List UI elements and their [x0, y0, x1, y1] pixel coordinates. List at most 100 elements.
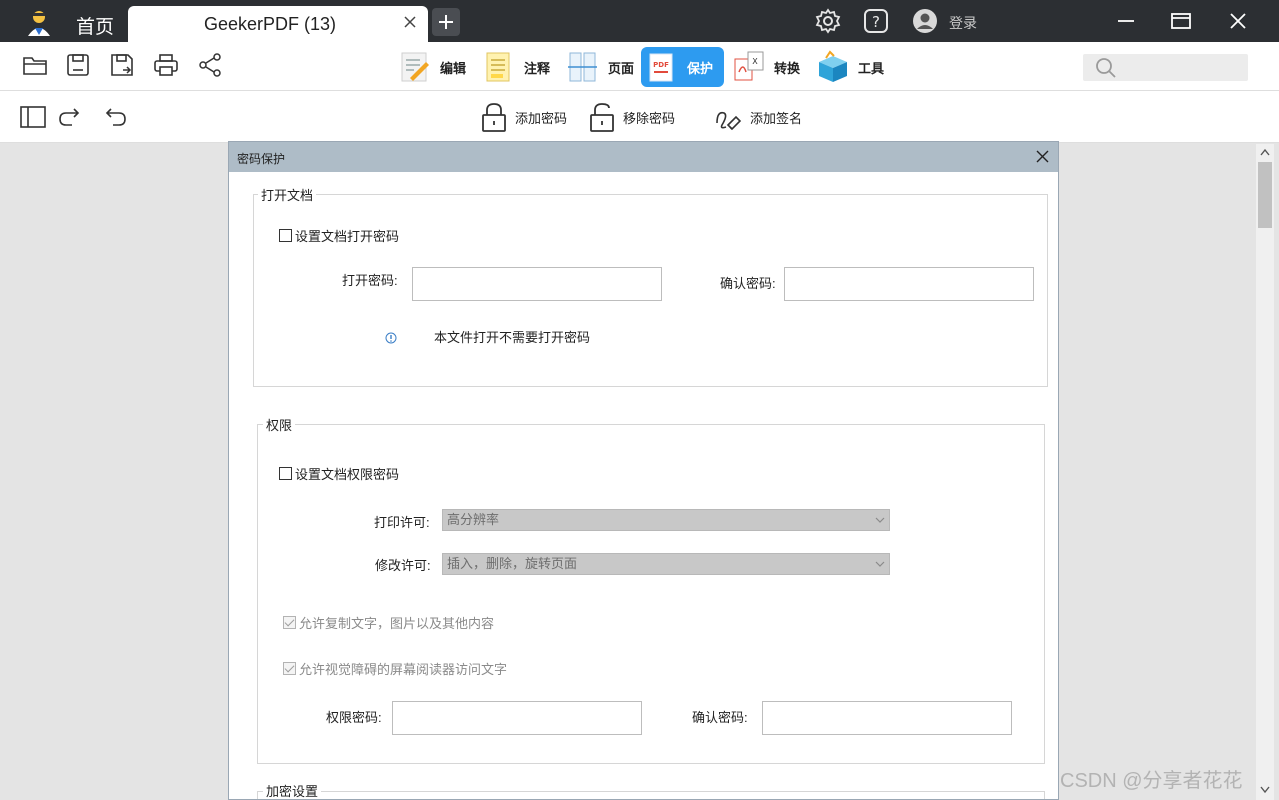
remove-password-button[interactable]: 移除密码 — [587, 101, 675, 133]
checkbox-box[interactable] — [279, 229, 292, 242]
plus-icon — [439, 15, 453, 29]
annotate-icon — [486, 52, 510, 82]
scroll-down-arrow-icon[interactable] — [1260, 786, 1270, 794]
allow-screen-reader-checkbox[interactable]: 允许视觉障碍的屏幕阅读器访问文字 — [283, 659, 507, 678]
set-permission-password-label: 设置文档权限密码 — [295, 467, 400, 482]
lock-icon — [482, 103, 506, 132]
gear-icon[interactable] — [815, 8, 841, 34]
undo-icon[interactable] — [101, 103, 129, 131]
dialog-titlebar: 密码保护 — [229, 142, 1058, 172]
save-icon[interactable] — [65, 52, 91, 78]
svg-text:?: ? — [872, 13, 880, 31]
ribbon-annotate[interactable]: 注释 — [478, 47, 554, 87]
scroll-up-arrow-icon[interactable] — [1260, 148, 1270, 156]
open-password-info-text: 本文件打开不需要打开密码 — [434, 330, 591, 345]
encryption-settings-group — [257, 791, 1045, 799]
modify-permission-select[interactable]: 插入，删除，旋转页面 — [442, 553, 890, 575]
confirm-open-password-field[interactable] — [784, 267, 1034, 301]
permissions-group-title: 权限 — [263, 415, 296, 434]
checkbox-box[interactable] — [283, 662, 296, 675]
search-icon — [1096, 58, 1116, 78]
allow-screen-reader-label: 允许视觉障碍的屏幕阅读器访问文字 — [299, 662, 508, 677]
sidebar-icon[interactable] — [19, 103, 47, 131]
tools-icon — [819, 50, 847, 82]
set-open-password-label: 设置文档打开密码 — [295, 229, 400, 244]
allow-copy-checkbox[interactable]: 允许复制文字，图片以及其他内容 — [283, 613, 494, 632]
password-protection-dialog: 密码保护 打开文档 设置文档打开密码 打开密码: 确认密码: 本文件打开不需要打… — [228, 141, 1059, 800]
convert-icon: X — [734, 51, 764, 81]
help-icon[interactable]: ? — [863, 8, 889, 34]
allow-copy-label: 允许复制文字，图片以及其他内容 — [299, 616, 495, 631]
close-icon[interactable] — [1226, 9, 1250, 33]
modify-permission-value: 插入，删除，旋转页面 — [447, 556, 578, 571]
add-password-button[interactable]: 添加密码 — [479, 101, 567, 133]
save-as-icon[interactable] — [109, 52, 135, 78]
modify-permission-label: 修改许可: — [375, 558, 431, 573]
permission-password-field[interactable] — [392, 701, 642, 735]
maximize-icon[interactable] — [1169, 9, 1193, 33]
page-icon — [568, 52, 597, 82]
close-icon[interactable] — [1035, 149, 1050, 164]
encryption-settings-group-title: 加密设置 — [263, 781, 322, 799]
redo-icon[interactable] — [56, 103, 84, 131]
ribbon-edit-label: 编辑 — [440, 60, 467, 76]
ribbon-edit[interactable]: 编辑 — [394, 47, 470, 87]
share-icon[interactable] — [197, 52, 223, 78]
login-link[interactable]: 登录 — [949, 13, 977, 33]
search-input[interactable] — [1083, 54, 1248, 81]
open-password-field[interactable] — [412, 267, 662, 301]
protect-icon: PDF — [649, 53, 673, 82]
add-signature-button[interactable]: 添加签名 — [714, 101, 802, 133]
checkbox-box[interactable] — [279, 467, 292, 480]
ribbon-protect[interactable]: PDF 保护 — [641, 47, 724, 87]
scrollbar-thumb[interactable] — [1258, 162, 1272, 228]
ribbon-protect-label: 保护 — [687, 60, 714, 76]
protect-toolbar: 添加密码 移除密码 添加签名 — [0, 91, 1279, 143]
close-icon[interactable] — [402, 14, 418, 30]
new-tab-button[interactable] — [432, 8, 460, 36]
print-permission-label: 打印许可: — [374, 515, 430, 530]
confirm-permission-password-label: 确认密码: — [692, 710, 748, 725]
minimize-icon[interactable] — [1114, 9, 1138, 33]
ribbon-tools[interactable]: 工具 — [812, 47, 892, 87]
dialog-title: 密码保护 — [237, 152, 286, 166]
watermark-text: CSDN @分享者花花 — [1060, 770, 1243, 792]
home-tab[interactable]: 首页 — [76, 12, 114, 39]
ribbon-page-label: 页面 — [608, 60, 635, 76]
ribbon-tools-label: 工具 — [858, 60, 885, 76]
open-password-label: 打开密码: — [342, 273, 398, 288]
user-avatar-icon[interactable] — [912, 8, 938, 34]
add-password-label: 添加密码 — [515, 110, 568, 126]
chevron-down-icon — [875, 517, 885, 523]
confirm-open-password-label: 确认密码: — [720, 276, 776, 291]
signature-icon — [716, 111, 742, 131]
ribbon-convert[interactable]: X 转换 — [728, 47, 806, 87]
edit-icon — [401, 52, 429, 82]
print-icon[interactable] — [153, 52, 179, 78]
set-permission-password-checkbox[interactable]: 设置文档权限密码 — [279, 464, 399, 483]
open-folder-icon[interactable] — [22, 52, 48, 78]
open-document-group-title: 打开文档 — [258, 185, 317, 204]
doc-tab[interactable]: GeekerPDF (13) — [128, 6, 428, 42]
svg-text:X: X — [752, 57, 758, 66]
add-signature-label: 添加签名 — [750, 110, 803, 126]
info-icon — [385, 332, 397, 344]
confirm-permission-password-field[interactable] — [762, 701, 1012, 735]
svg-text:PDF: PDF — [653, 61, 669, 69]
unlock-icon — [590, 103, 614, 132]
chevron-down-icon — [875, 561, 885, 567]
set-open-password-checkbox[interactable]: 设置文档打开密码 — [279, 226, 399, 245]
app-logo[interactable] — [24, 8, 54, 38]
main-toolbar: 编辑 注释 页面 PDF 保护 X 转换 工具 — [0, 42, 1279, 91]
ribbon-annotate-label: 注释 — [524, 60, 551, 76]
ribbon-convert-label: 转换 — [774, 60, 801, 76]
ribbon-page[interactable]: 页面 — [562, 47, 638, 87]
print-permission-select[interactable]: 高分辨率 — [442, 509, 890, 531]
doc-tab-title: GeekerPDF (13) — [204, 14, 337, 34]
vertical-scrollbar[interactable] — [1256, 144, 1274, 800]
checkbox-box[interactable] — [283, 616, 296, 629]
remove-password-label: 移除密码 — [623, 110, 676, 126]
print-permission-value: 高分辨率 — [447, 512, 500, 527]
title-bar: 首页 GeekerPDF (13) ? 登录 — [0, 0, 1279, 42]
permission-password-label: 权限密码: — [326, 710, 382, 725]
